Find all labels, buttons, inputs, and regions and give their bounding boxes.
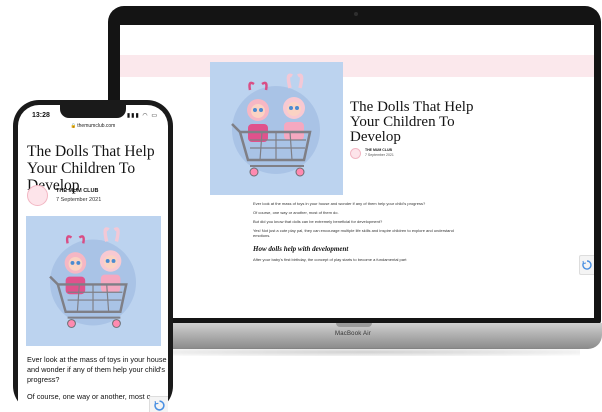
article-title: The Dolls That Help Your Children To Dev…	[27, 143, 155, 194]
dolls-in-cart-illustration	[49, 227, 137, 328]
article-paragraph: But did you know that dolls can be extre…	[253, 218, 383, 224]
article-paragraph: After your baby's first birthday, the co…	[253, 256, 407, 262]
section-heading: How dolls help with development	[253, 244, 349, 253]
site-header-bar	[120, 55, 594, 77]
laptop-lid: The Dolls That Help Your Children To Dev…	[108, 6, 601, 324]
recaptcha-badge[interactable]	[579, 255, 594, 275]
laptop-screen: The Dolls That Help Your Children To Dev…	[120, 25, 594, 318]
hero-image	[26, 216, 161, 346]
article-body: Ever look at the mass of toys in your ho…	[27, 355, 167, 409]
author-avatar	[350, 148, 361, 159]
article-title: The Dolls That Help Your Children To Dev…	[350, 99, 474, 145]
publish-date: 7 September 2021	[365, 153, 394, 157]
author-name[interactable]: THE MUM CLUB	[365, 148, 392, 152]
phone-screen: 13:28 ▮▮▮ ◠ ▭ 🔒themumclub.com The Dolls …	[18, 105, 168, 412]
article-paragraph: Of course, one way or another, most o	[27, 392, 151, 401]
dolls-in-cart-illustration	[231, 73, 320, 177]
hero-image	[210, 62, 343, 195]
article-paragraph: Of course, one way or another, most of t…	[253, 209, 339, 215]
url-text: themumclub.com	[77, 123, 116, 129]
brand-label: MacBook Air	[335, 331, 371, 337]
author-name[interactable]: THE MUM CLUB	[56, 188, 98, 194]
status-time: 13:28	[32, 112, 50, 119]
signal-wifi-battery-icon: ▮▮▮ ◠ ▭	[126, 113, 158, 119]
publish-date: 7 September 2021	[56, 197, 102, 203]
laptop-base: MacBook Air	[104, 323, 602, 349]
url-bar[interactable]: 🔒themumclub.com	[18, 123, 168, 129]
lock-icon: 🔒	[70, 123, 77, 128]
author-avatar	[27, 185, 48, 206]
article-paragraph: Yes! Not just a cute play pal, they can …	[253, 227, 454, 239]
base-notch	[336, 323, 372, 327]
article-paragraph: Ever look at the mass of toys in your ho…	[27, 355, 167, 384]
camera-icon	[354, 12, 358, 16]
phone-notch	[60, 105, 126, 118]
article-paragraph: Ever look at the mass of toys in your ho…	[253, 201, 426, 206]
recaptcha-icon	[582, 260, 592, 270]
article-body: Ever look at the mass of toys in your ho…	[253, 201, 463, 265]
phone-frame: 13:28 ▮▮▮ ◠ ▭ 🔒themumclub.com The Dolls …	[13, 100, 173, 412]
recaptcha-badge[interactable]	[149, 396, 168, 412]
laptop-shadow	[150, 348, 580, 356]
